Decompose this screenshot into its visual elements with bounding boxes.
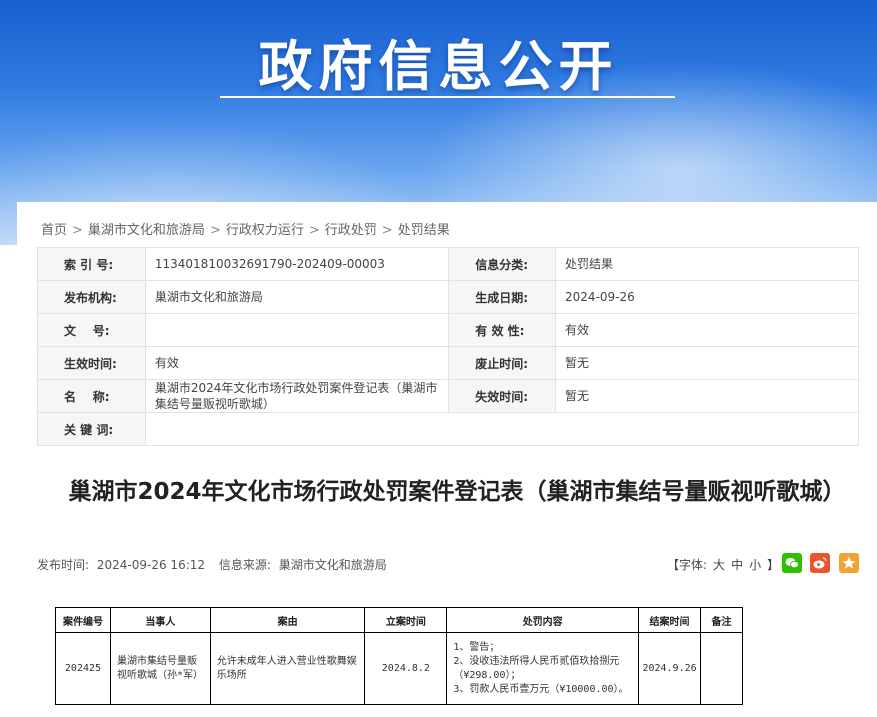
breadcrumb-admin-penalty[interactable]: 行政处罚 bbox=[325, 223, 377, 238]
weibo-icon[interactable] bbox=[810, 553, 830, 573]
index-label: 索 引 号: bbox=[37, 247, 146, 281]
info-row: 索 引 号: 113401810032691790-202409-00003 信… bbox=[37, 247, 859, 281]
breadcrumb-separator: > bbox=[308, 223, 320, 238]
case-no-cell: 202425 bbox=[55, 632, 111, 705]
font-size-large[interactable]: 大 bbox=[713, 558, 725, 572]
breadcrumb-admin-power[interactable]: 行政权力运行 bbox=[226, 223, 304, 238]
index-value: 113401810032691790-202409-00003 bbox=[144, 247, 450, 281]
publisher-label: 发布机构: bbox=[37, 280, 146, 314]
expire-value: 暂无 bbox=[555, 379, 859, 413]
case-register-table: 案件编号 当事人 案由 立案时间 处罚内容 结案时间 备注 202425 巢湖市… bbox=[55, 607, 743, 705]
effective-value: 有效 bbox=[144, 346, 450, 380]
info-row: 关 键 词: bbox=[37, 412, 860, 446]
validity-value: 有效 bbox=[555, 313, 859, 347]
filed-cell: 2024.8.2 bbox=[364, 632, 448, 705]
breadcrumb-bureau[interactable]: 巢湖市文化和旅游局 bbox=[88, 223, 205, 238]
col-cause: 案由 bbox=[209, 607, 366, 633]
content-panel: 首页 > 巢湖市文化和旅游局 > 行政权力运行 > 行政处罚 > 处罚结果 索 引 号: 113… bbox=[17, 202, 877, 717]
breadcrumb: 首页 > 巢湖市文化和旅游局 > 行政权力运行 > 行政处罚 > 处罚结果 bbox=[41, 219, 450, 238]
case-table-header: 案件编号 当事人 案由 立案时间 处罚内容 结案时间 备注 bbox=[55, 607, 743, 633]
info-row: 发布机构: 巢湖市文化和旅游局 生成日期: 2024-09-26 bbox=[37, 280, 859, 314]
abolish-label: 废止时间: bbox=[448, 346, 557, 380]
font-size-switcher: 【字体: 大中小】 bbox=[667, 556, 785, 573]
col-filed: 立案时间 bbox=[364, 607, 448, 633]
category-value: 处罚结果 bbox=[555, 247, 859, 281]
gen-date-value: 2024-09-26 bbox=[555, 280, 859, 314]
info-metadata-table: 索 引 号: 113401810032691790-202409-00003 信… bbox=[37, 247, 860, 446]
breadcrumb-penalty-result[interactable]: 处罚结果 bbox=[398, 223, 450, 238]
doc-no-label: 文 号: bbox=[37, 313, 146, 347]
effective-label: 生效时间: bbox=[37, 346, 146, 380]
keywords-value bbox=[144, 412, 860, 446]
info-row: 生效时间: 有效 废止时间: 暂无 bbox=[37, 346, 859, 380]
banner-title: 政府信息公开 bbox=[258, 35, 619, 98]
source-label: 信息来源: bbox=[218, 558, 271, 572]
breadcrumb-home[interactable]: 首页 bbox=[41, 223, 67, 238]
name-value: 巢湖市2024年文化市场行政处罚案件登记表（巢湖市集结号量贩视听歌城） bbox=[144, 379, 450, 413]
penalty-item: 3、罚款人民币壹万元（¥10000.00）。 bbox=[453, 683, 629, 695]
cause-cell: 允许未成年人进入营业性歌舞娱乐场所 bbox=[209, 632, 366, 705]
col-case-no: 案件编号 bbox=[55, 607, 111, 633]
doc-no-value bbox=[144, 313, 450, 347]
abolish-value: 暂无 bbox=[555, 346, 859, 380]
col-remark: 备注 bbox=[700, 607, 743, 633]
remark-cell bbox=[700, 632, 743, 705]
party-cell: 巢湖市集结号量贩视听歌城（孙*军） bbox=[109, 632, 211, 705]
breadcrumb-separator: > bbox=[209, 223, 221, 238]
expire-label: 失效时间: bbox=[448, 379, 557, 413]
penalty-item: 2、没收违法所得人民币贰佰玖拾捌元（¥298.00）； bbox=[453, 655, 620, 681]
keywords-label: 关 键 词: bbox=[37, 412, 146, 446]
font-size-medium[interactable]: 中 bbox=[731, 558, 743, 572]
name-label: 名 称: bbox=[37, 379, 146, 413]
breadcrumb-separator: > bbox=[72, 223, 83, 238]
col-penalty: 处罚内容 bbox=[446, 607, 640, 633]
table-row: 202425 巢湖市集结号量贩视听歌城（孙*军） 允许未成年人进入营业性歌舞娱乐… bbox=[55, 632, 743, 705]
publisher-value: 巢湖市文化和旅游局 bbox=[144, 280, 450, 314]
category-label: 信息分类: bbox=[448, 247, 557, 281]
gen-date-label: 生成日期: bbox=[448, 280, 557, 314]
font-size-close: 】 bbox=[767, 558, 780, 572]
col-closed: 结案时间 bbox=[638, 607, 702, 633]
star-icon[interactable] bbox=[839, 553, 859, 573]
font-size-label: 【字体: bbox=[667, 558, 708, 572]
penalty-cell: 1、警告； 2、没收违法所得人民币贰佰玖拾捌元（¥298.00）； 3、罚款人民… bbox=[446, 632, 640, 705]
info-row: 名 称: 巢湖市2024年文化市场行政处罚案件登记表（巢湖市集结号量贩视听歌城）… bbox=[37, 379, 859, 413]
source-value: 巢湖市文化和旅游局 bbox=[278, 558, 387, 572]
publish-time-value: 2024-09-26 16:12 bbox=[96, 558, 206, 572]
breadcrumb-separator: > bbox=[381, 223, 393, 238]
article-meta: 发布时间: 2024-09-26 16:12 信息来源: 巢湖市文化和旅游局 bbox=[37, 556, 391, 573]
col-party: 当事人 bbox=[109, 607, 211, 633]
banner-underline bbox=[220, 96, 675, 98]
info-row: 文 号: 有 效 性: 有效 bbox=[37, 313, 859, 347]
closed-cell: 2024.9.26 bbox=[638, 632, 702, 705]
wechat-icon[interactable] bbox=[782, 553, 802, 573]
publish-time-label: 发布时间: bbox=[37, 558, 90, 572]
validity-label: 有 效 性: bbox=[448, 313, 557, 347]
font-size-small[interactable]: 小 bbox=[749, 558, 761, 572]
penalty-item: 1、警告； bbox=[453, 641, 500, 653]
page-title: 巢湖市2024年文化市场行政处罚案件登记表（巢湖市集结号量贩视听歌城） bbox=[68, 479, 846, 505]
